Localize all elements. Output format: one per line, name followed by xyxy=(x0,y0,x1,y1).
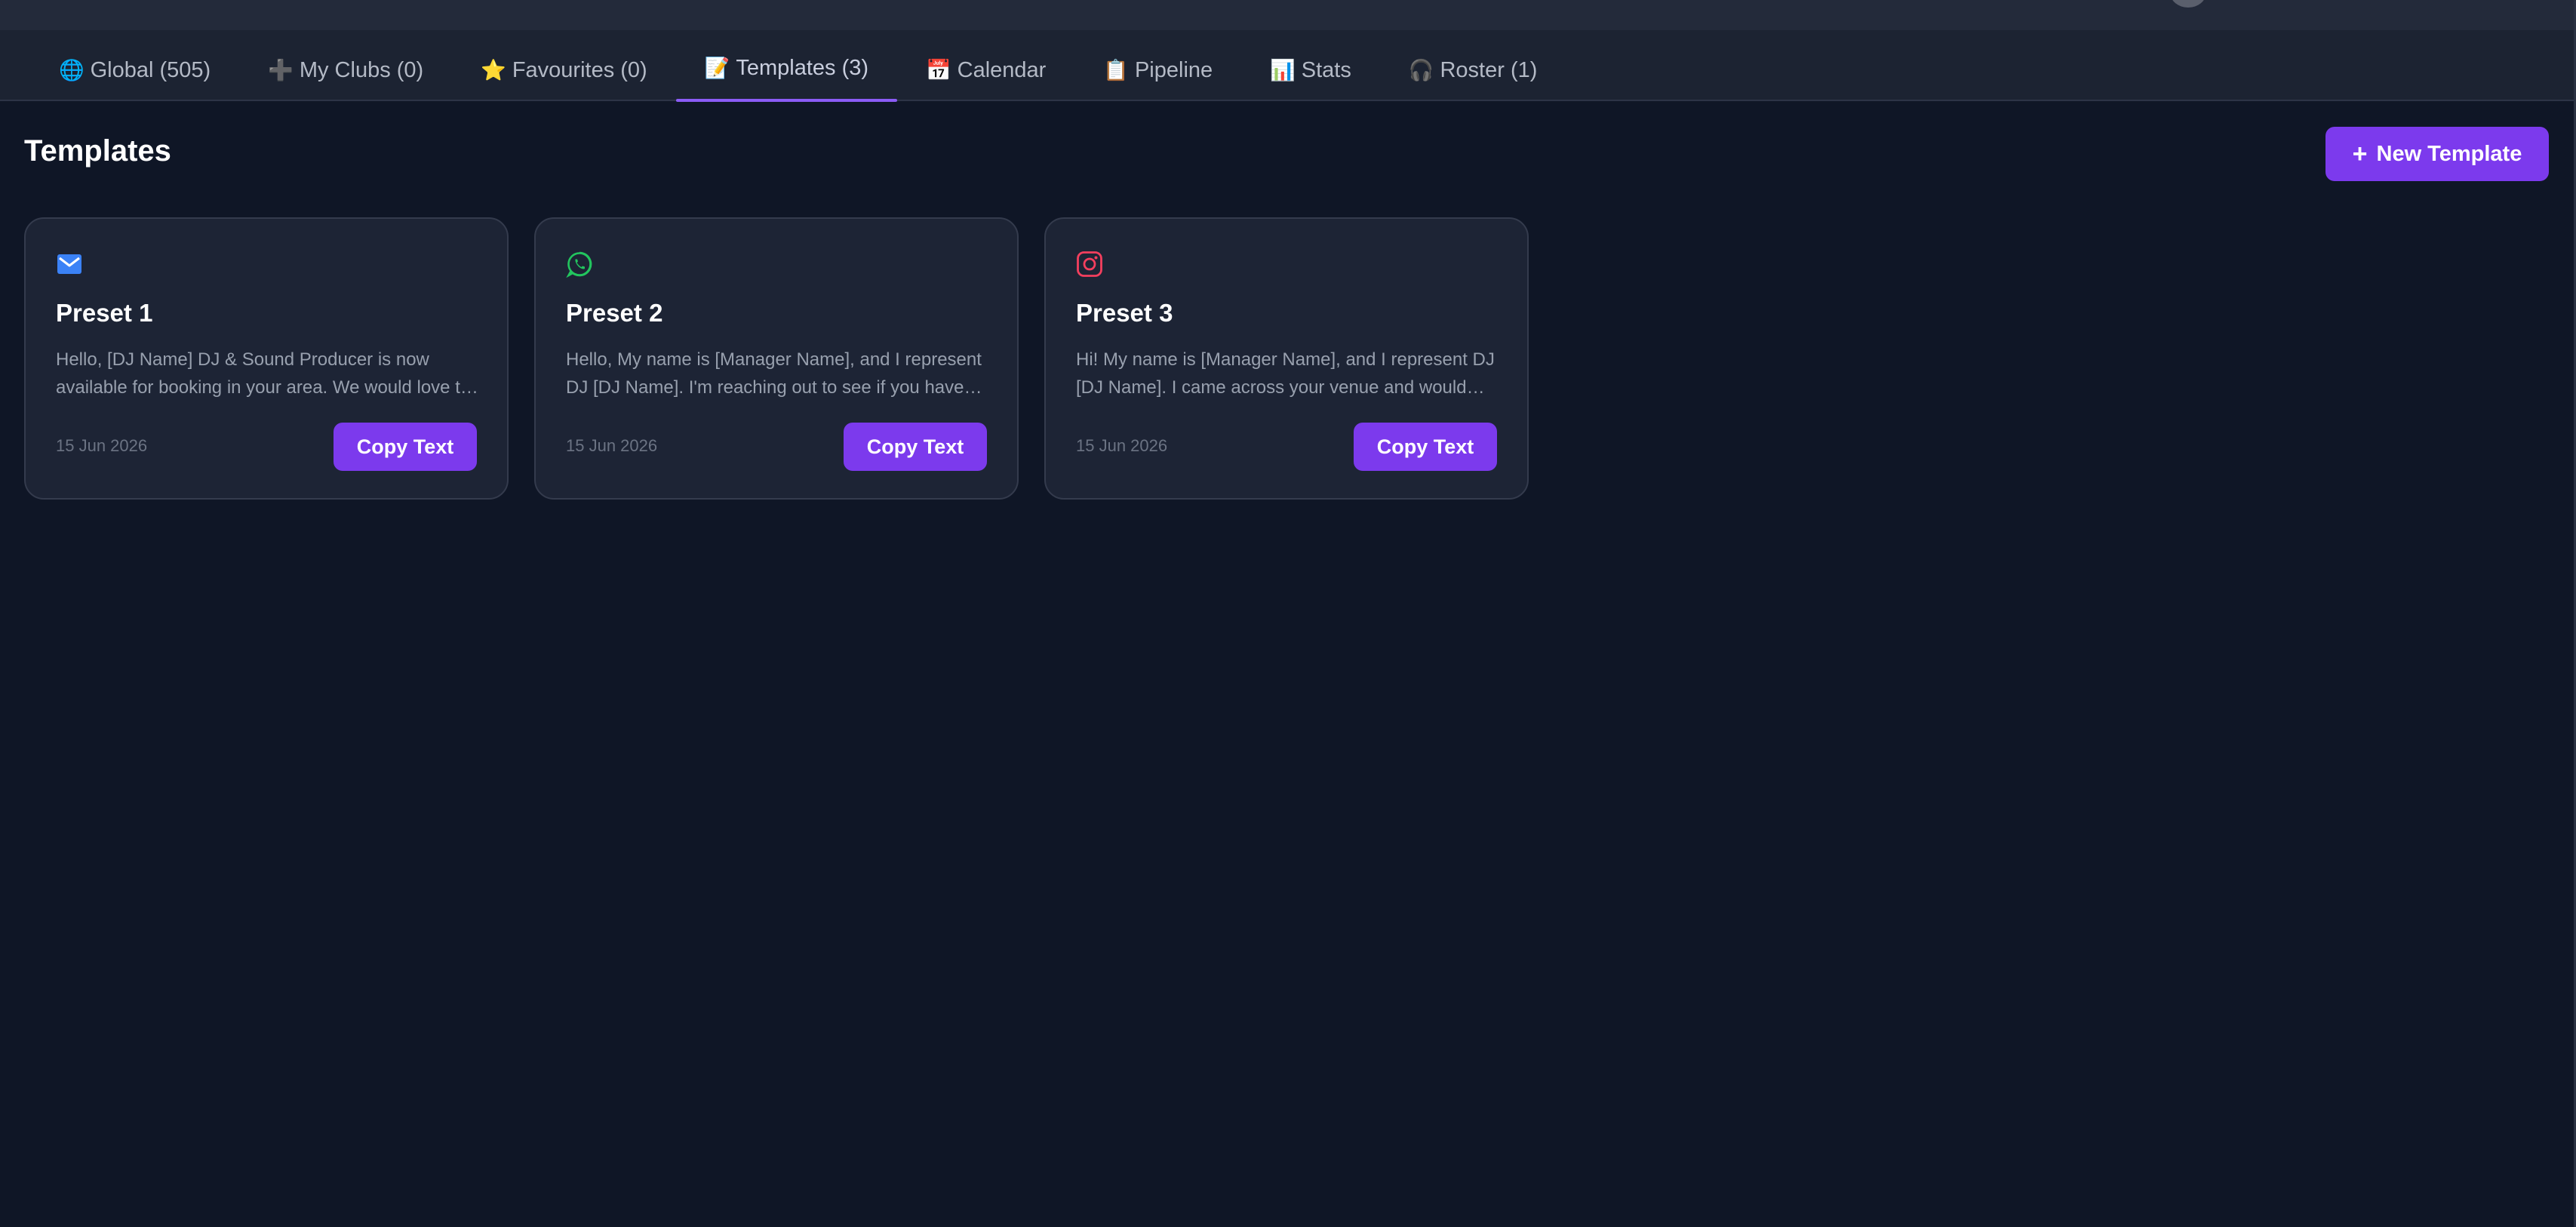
new-template-label: New Template xyxy=(2376,141,2522,166)
template-card[interactable]: Preset 1 Hello, [DJ Name] DJ & Sound Pro… xyxy=(24,217,509,500)
bar-chart-icon: 📊 xyxy=(1270,59,1296,81)
template-date: 15 Jun 2026 xyxy=(1076,436,1168,455)
tab-my-clubs[interactable]: ➕ My Clubs (0) xyxy=(239,39,452,101)
calendar-icon: 📅 xyxy=(926,59,951,81)
template-preview: Hi! My name is [Manager Name], and I rep… xyxy=(1076,349,1495,398)
tab-label: My Clubs (0) xyxy=(299,57,424,82)
clipboard-icon: 📋 xyxy=(1103,59,1129,81)
tab-roster[interactable]: 🎧 Roster (1) xyxy=(1380,39,1566,101)
tab-bar: 🌐 Global (505) ➕ My Clubs (0) ⭐ Favourit… xyxy=(30,39,1566,102)
plus-icon: + xyxy=(2352,140,2368,168)
template-card[interactable]: Preset 2 Hello, My name is [Manager Name… xyxy=(534,217,1019,500)
plus-icon: ➕ xyxy=(268,59,294,81)
tab-label: Roster (1) xyxy=(1440,57,1538,82)
tab-label: Pipeline xyxy=(1134,57,1213,82)
template-preview: Hello, [DJ Name] DJ & Sound Producer is … xyxy=(56,349,471,398)
copy-text-button[interactable]: Copy Text xyxy=(844,423,987,471)
tab-label: Global (505) xyxy=(90,57,211,82)
email-icon xyxy=(56,251,83,278)
template-date: 15 Jun 2026 xyxy=(56,436,148,455)
tab-templates[interactable]: 📝 Templates (3) xyxy=(675,39,898,102)
star-icon: ⭐ xyxy=(481,59,506,81)
new-template-button[interactable]: + New Template xyxy=(2325,127,2549,181)
template-name: Preset 2 xyxy=(566,299,663,327)
tab-global[interactable]: 🌐 Global (505) xyxy=(30,39,239,101)
app-frame: 🌐 Global (505) ➕ My Clubs (0) ⭐ Favourit… xyxy=(0,0,2576,1227)
page-title: Templates xyxy=(24,134,171,168)
memo-icon: 📝 xyxy=(704,57,730,79)
tab-label: Calendar xyxy=(957,57,1047,82)
globe-icon: 🌐 xyxy=(59,59,85,81)
template-date: 15 Jun 2026 xyxy=(566,436,658,455)
copy-text-button[interactable]: Copy Text xyxy=(1354,423,1497,471)
tab-label: Stats xyxy=(1301,57,1351,82)
tab-label: Favourites (0) xyxy=(512,57,647,82)
template-preview: Hello, My name is [Manager Name], and I … xyxy=(566,349,982,398)
tab-calendar[interactable]: 📅 Calendar xyxy=(897,39,1074,101)
template-name: Preset 3 xyxy=(1076,299,1173,327)
tab-stats[interactable]: 📊 Stats xyxy=(1241,39,1380,101)
tab-favourites[interactable]: ⭐ Favourites (0) xyxy=(452,39,676,101)
instagram-icon xyxy=(1076,251,1103,278)
headphones-icon: 🎧 xyxy=(1408,59,1434,81)
tab-pipeline[interactable]: 📋 Pipeline xyxy=(1074,39,1241,101)
whatsapp-icon xyxy=(566,251,593,278)
top-navigation-bar: 🌐 Global (505) ➕ My Clubs (0) ⭐ Favourit… xyxy=(0,0,2574,102)
template-name: Preset 1 xyxy=(56,299,153,327)
tab-label: Templates (3) xyxy=(736,55,869,80)
copy-text-button[interactable]: Copy Text xyxy=(334,423,477,471)
template-card[interactable]: Preset 3 Hi! My name is [Manager Name], … xyxy=(1044,217,1529,500)
template-card-list: Preset 1 Hello, [DJ Name] DJ & Sound Pro… xyxy=(24,217,1529,500)
tab-templates-content: 📝 Templates (3) xyxy=(705,56,868,81)
